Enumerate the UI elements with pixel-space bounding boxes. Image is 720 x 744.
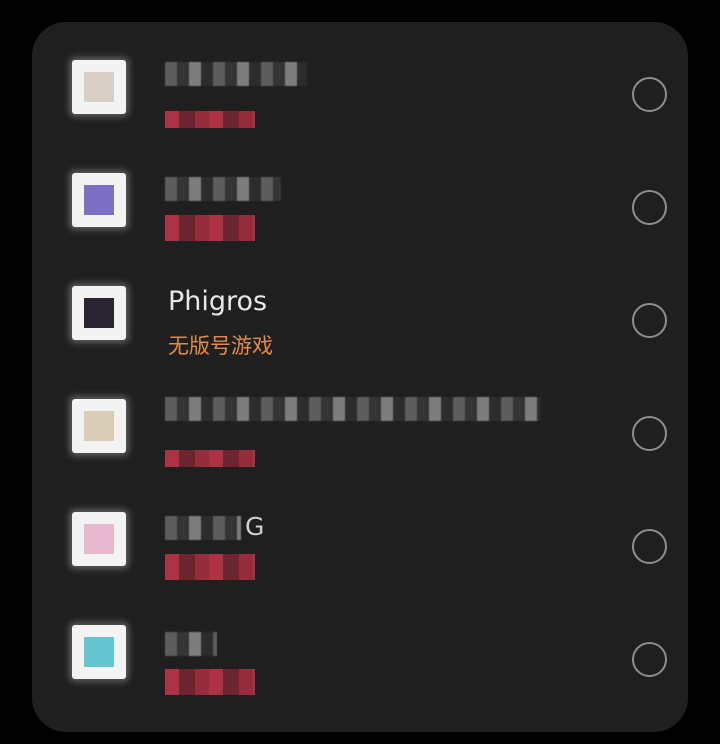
anime-avatar-icon: [72, 60, 126, 114]
redacted-app-name: [165, 397, 541, 421]
redacted-app-tag: [165, 554, 255, 580]
phigros-icon: [72, 286, 126, 340]
select-radio[interactable]: [632, 642, 667, 677]
cyan-app-icon: [72, 625, 126, 679]
app-selection-panel: Phigros 无版号游戏 G: [32, 22, 688, 732]
select-radio[interactable]: [632, 190, 667, 225]
redacted-app-tag: [165, 111, 255, 128]
app-row-phigros[interactable]: Phigros 无版号游戏: [32, 248, 688, 361]
redacted-app-tag: [165, 669, 255, 695]
redacted-app-name: [165, 62, 307, 86]
redacted-app-name: [165, 632, 217, 656]
purple-app-icon: [72, 173, 126, 227]
select-radio[interactable]: [632, 303, 667, 338]
select-radio[interactable]: [632, 529, 667, 564]
redacted-app-name: [165, 516, 241, 540]
pink-app-icon: [72, 512, 126, 566]
beige-app-icon: [72, 399, 126, 453]
app-name: Phigros: [168, 286, 268, 317]
select-radio[interactable]: [632, 416, 667, 451]
redacted-app-tag: [165, 215, 255, 241]
redacted-app-name: [165, 177, 281, 201]
app-row[interactable]: [32, 135, 688, 248]
select-radio[interactable]: [632, 77, 667, 112]
redacted-app-tag: [165, 450, 255, 467]
app-tag: 无版号游戏: [168, 334, 273, 358]
app-row[interactable]: [32, 587, 688, 700]
app-row[interactable]: G: [32, 474, 688, 587]
app-row[interactable]: [32, 361, 688, 474]
partial-app-name: G: [245, 512, 265, 541]
app-row[interactable]: [32, 22, 688, 135]
